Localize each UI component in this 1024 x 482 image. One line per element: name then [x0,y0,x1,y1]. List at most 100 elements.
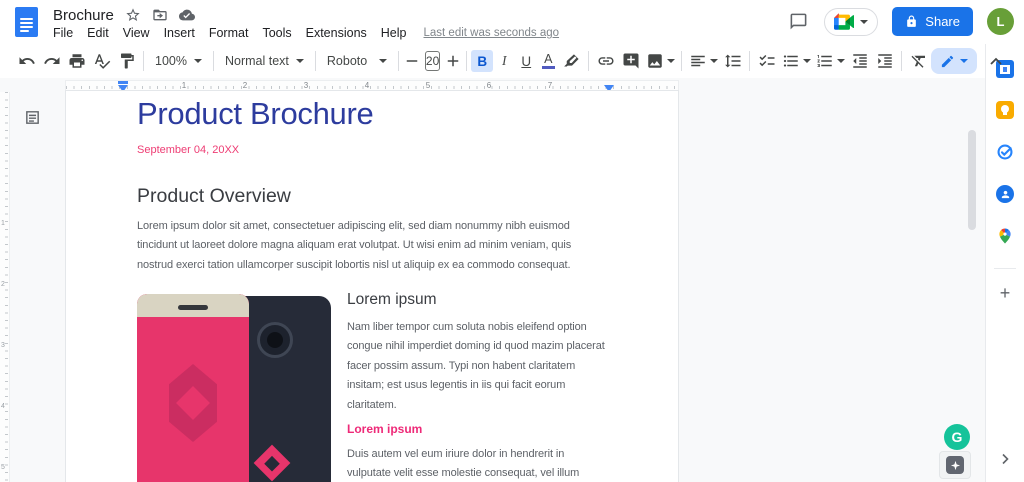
add-comment-icon [622,52,640,70]
document-outline-icon [24,109,41,126]
column-heading[interactable]: Lorem ipsum [347,291,437,309]
font-select[interactable]: Roboto [320,49,394,73]
redo-icon [43,52,61,70]
checklist-icon [758,52,776,70]
insert-image-icon [646,52,664,70]
star-icon[interactable] [125,7,141,23]
menu-view[interactable]: View [116,24,157,42]
clear-formatting-icon [910,52,928,70]
checklist-button[interactable] [754,49,779,73]
doc-intro-paragraph[interactable]: Lorem ipsum dolor sit amet, consectetuer… [137,217,603,275]
docs-logo[interactable] [15,7,38,37]
align-icon [689,52,707,70]
link-icon [597,52,615,70]
text-color-swatch [542,66,555,69]
show-document-outline-button[interactable] [20,105,44,129]
bold-button[interactable]: B [471,50,493,72]
document-canvas: 1 2 3 4 5 6 7 1 2 3 4 5 Product Brochure… [0,78,985,482]
lock-icon [905,15,918,28]
text-color-button[interactable]: A [537,50,559,72]
spellcheck-button[interactable] [89,49,114,73]
zoom-select[interactable]: 100% [148,49,209,73]
bulleted-list-icon [782,52,800,70]
editing-mode-pen-icon [940,54,955,69]
italic-button[interactable]: I [493,50,515,72]
join-meet-button[interactable] [824,8,878,36]
column-paragraph-2[interactable]: Duis autem vel eum iriure dolor in hendr… [347,445,605,482]
side-panel: + [985,44,1024,482]
numbered-list-button[interactable] [813,49,847,73]
document-page[interactable]: Product Brochure September 04, 20XX Prod… [65,90,679,482]
column-subheading[interactable]: Lorem ipsum [347,422,422,436]
undo-icon [18,52,36,70]
redo-button[interactable] [39,49,64,73]
spellcheck-icon [93,52,111,70]
keep-icon[interactable] [996,101,1014,119]
doc-heading-title[interactable]: Product Brochure [137,96,373,132]
explore-button[interactable] [939,451,971,479]
phone-camera [257,322,293,358]
paint-format-icon [118,52,136,70]
account-avatar[interactable]: L [987,8,1014,35]
vertical-scrollbar[interactable] [968,130,976,230]
editing-mode-button[interactable] [931,48,977,74]
menu-format[interactable]: Format [202,24,256,42]
meet-dropdown-caret [860,20,868,24]
menu-edit[interactable]: Edit [80,24,116,42]
menu-tools[interactable]: Tools [255,24,298,42]
first-line-indent-marker[interactable] [118,81,128,84]
decrease-font-size-button[interactable] [403,49,421,73]
numbered-list-icon [816,52,834,70]
line-spacing-button[interactable] [720,49,745,73]
insert-link-button[interactable] [593,49,618,73]
menu-bar: File Edit View Insert Format Tools Exten… [46,24,559,42]
tasks-icon[interactable] [996,143,1014,161]
align-button[interactable] [686,49,720,73]
document-title[interactable]: Brochure [53,7,114,24]
collapse-toolbar-button[interactable] [983,49,1009,73]
doc-date[interactable]: September 04, 20XX [137,144,239,156]
phone-illustration[interactable] [137,291,333,482]
undo-button[interactable] [14,49,39,73]
print-button[interactable] [64,49,89,73]
paint-format-button[interactable] [114,49,139,73]
highlighter-icon [563,52,581,70]
cloud-saved-icon[interactable] [179,7,195,23]
increase-font-size-button[interactable] [444,49,462,73]
share-button[interactable]: Share [892,7,973,36]
meet-icon [834,13,854,30]
bulleted-list-button[interactable] [779,49,813,73]
font-size-input[interactable]: 20 [425,51,440,71]
decrease-indent-icon [851,52,869,70]
highlight-color-button[interactable] [559,49,584,73]
phone-speaker-slot [178,305,208,310]
menu-file[interactable]: File [46,24,80,42]
insert-image-button[interactable] [643,49,677,73]
underline-button[interactable]: U [515,50,537,72]
side-panel-divider [994,268,1016,269]
grammarly-icon[interactable]: G [944,424,970,450]
menu-insert[interactable]: Insert [157,24,202,42]
move-folder-icon[interactable] [152,7,168,23]
phone-front-logo [169,364,217,442]
toolbar: 100% Normal text Roboto 20 B I U A [0,44,985,78]
increase-indent-button[interactable] [872,49,897,73]
doc-section-heading[interactable]: Product Overview [137,185,291,208]
last-edit-link[interactable]: Last edit was seconds ago [424,27,560,39]
app-header: Brochure File Edit View Insert Format To… [0,0,1024,44]
decrease-indent-button[interactable] [847,49,872,73]
share-label: Share [925,14,960,29]
open-comments-button[interactable] [786,10,810,34]
column-paragraph-1[interactable]: Nam liber tempor cum soluta nobis eleife… [347,318,605,415]
contacts-icon[interactable] [996,185,1014,203]
clear-formatting-button[interactable] [906,49,931,73]
comment-icon [789,12,808,31]
hide-panel-chevron-icon[interactable] [998,452,1012,466]
paragraph-style-select[interactable]: Normal text [218,49,311,73]
add-comment-button[interactable] [618,49,643,73]
plus-icon[interactable]: + [995,283,1015,303]
maps-icon[interactable] [996,227,1014,245]
menu-extensions[interactable]: Extensions [299,24,374,42]
menu-help[interactable]: Help [374,24,414,42]
explore-icon [946,456,964,474]
